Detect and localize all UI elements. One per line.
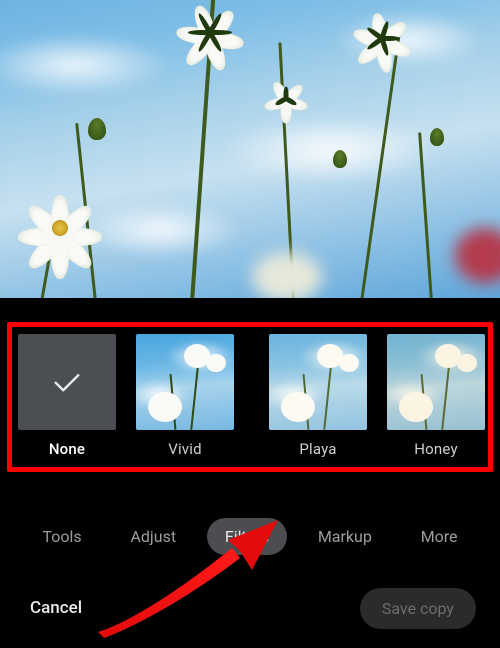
tab-tools[interactable]: Tools bbox=[24, 518, 99, 555]
filter-label: Playa bbox=[299, 440, 336, 458]
bottom-action-bar: Cancel Save copy bbox=[0, 586, 500, 630]
filters-strip[interactable]: None Vivid bbox=[18, 334, 500, 460]
filter-item-honey[interactable]: Honey bbox=[388, 334, 484, 458]
tab-more[interactable]: More bbox=[403, 518, 476, 555]
filter-item-vivid[interactable]: Vivid bbox=[136, 334, 234, 458]
filter-thumb-honey bbox=[387, 334, 485, 430]
filter-label: Honey bbox=[414, 440, 458, 458]
check-icon bbox=[49, 364, 85, 400]
cancel-button[interactable]: Cancel bbox=[30, 598, 82, 618]
filter-thumb-playa bbox=[269, 334, 367, 430]
filter-label: None bbox=[49, 440, 85, 458]
filter-item-none[interactable]: None bbox=[18, 334, 116, 458]
save-copy-button[interactable]: Save copy bbox=[360, 588, 476, 629]
filter-label: Vivid bbox=[168, 440, 202, 458]
filter-thumb-none bbox=[18, 334, 116, 430]
tab-filters[interactable]: Filters bbox=[207, 518, 287, 555]
filter-item-playa[interactable]: Playa bbox=[270, 334, 366, 458]
editor-tabs: Tools Adjust Filters Markup More bbox=[0, 510, 500, 562]
tab-markup[interactable]: Markup bbox=[300, 518, 390, 555]
photo-preview[interactable] bbox=[0, 0, 500, 298]
filter-thumb-vivid bbox=[136, 334, 234, 430]
tab-adjust[interactable]: Adjust bbox=[112, 518, 194, 555]
photo-editor: None Vivid bbox=[0, 0, 500, 648]
